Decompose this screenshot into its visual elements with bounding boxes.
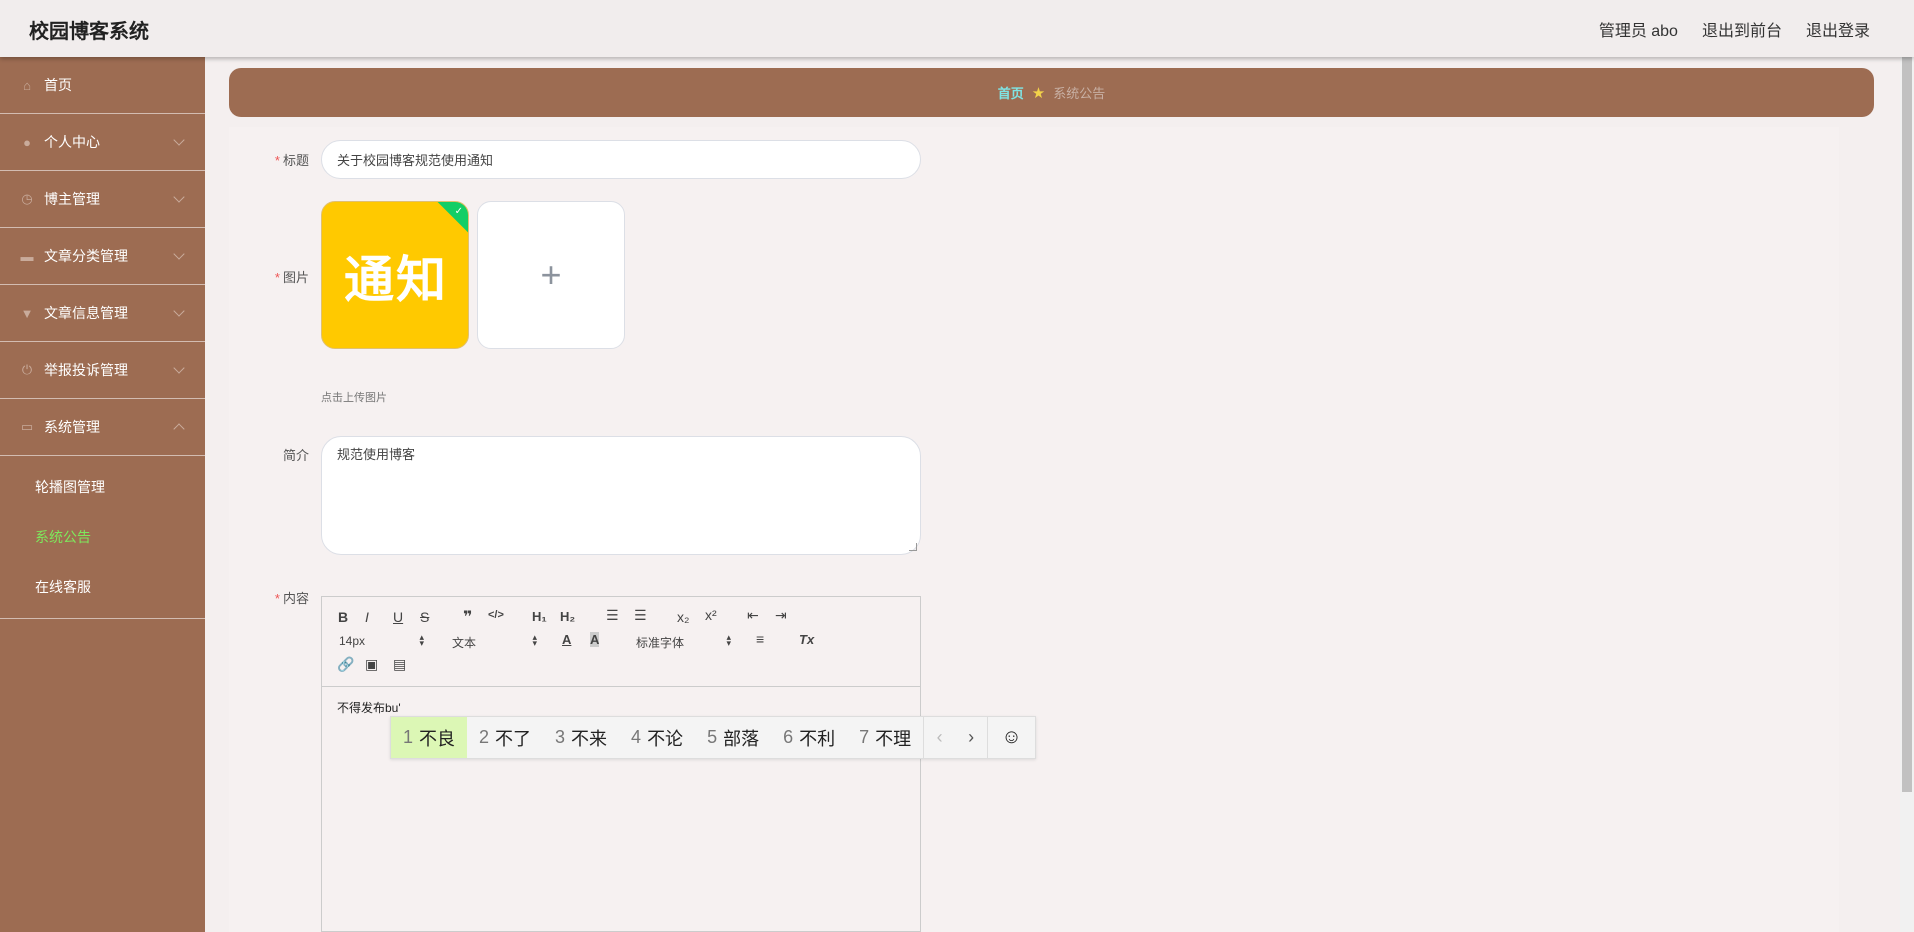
strikethrough-icon[interactable]: S: [420, 609, 429, 625]
font-family-select[interactable]: 标准字体 ▴ ▾: [636, 633, 731, 651]
submenu-item-announcement[interactable]: 系统公告: [0, 512, 205, 562]
outdent-icon[interactable]: ⇤: [747, 607, 759, 624]
user-icon: ●: [23, 134, 31, 150]
ime-candidate[interactable]: 6 不利: [771, 717, 847, 758]
ime-candidate[interactable]: 7 不理: [847, 717, 923, 758]
content-label: * 内容: [274, 591, 309, 606]
exit-to-frontend-link[interactable]: 退出到前台: [1702, 17, 1782, 41]
system-submenu: 轮播图管理 系统公告 在线客服: [0, 456, 205, 619]
editor-text: 不得发布bu': [337, 701, 401, 715]
sidebar-item-label: 系统管理: [44, 419, 100, 435]
ime-candidate[interactable]: 5 部落: [695, 717, 771, 758]
link-icon[interactable]: 🔗: [337, 656, 354, 673]
underline-icon[interactable]: U: [393, 609, 403, 625]
align-icon[interactable]: ≡: [756, 631, 764, 647]
intro-label: 简介: [282, 448, 309, 463]
title-input[interactable]: 关于校园博客规范使用通知: [321, 140, 921, 179]
ime-next-page-icon[interactable]: ›: [955, 717, 987, 758]
sidebar-item-report-complaint[interactable]: ⏻ 举报投诉管理: [0, 342, 205, 399]
chevron-down-icon: [173, 248, 185, 260]
subscript-icon[interactable]: x₂: [677, 609, 689, 625]
ordered-list-icon[interactable]: ☰: [606, 607, 619, 624]
chevron-down-icon: [173, 305, 185, 317]
clock-icon: ◷: [21, 191, 33, 206]
blockquote-icon[interactable]: ❞: [463, 607, 472, 627]
intro-textarea[interactable]: 规范使用博客: [321, 436, 921, 555]
rich-text-editor: B I U S ❞ </> H₁ H₂ ☰ ☰ x₂ x² ⇤ ⇥ 14px ▴ ▾…: [321, 596, 921, 932]
ime-prev-page-icon[interactable]: ‹: [923, 717, 955, 758]
app-title: 校园博客系统: [29, 21, 149, 43]
ticket-icon: ▬: [20, 248, 34, 264]
indent-icon[interactable]: ⇥: [775, 607, 787, 624]
page-scrollbar-thumb[interactable]: [1902, 57, 1912, 792]
ime-candidate[interactable]: 1 不良: [391, 717, 468, 758]
chevron-down-icon: [173, 134, 185, 146]
sidebar-item-system-management[interactable]: ▭ 系统管理: [0, 399, 205, 456]
chevron-up-icon: [173, 423, 185, 435]
top-header: 校园博客系统 管理员 abo 退出到前台 退出登录: [0, 0, 1914, 57]
check-icon: ✓: [454, 206, 463, 217]
chevron-down-icon: [173, 362, 185, 374]
power-icon: ⏻: [21, 362, 33, 377]
sidebar-item-label: 举报投诉管理: [44, 362, 128, 378]
home-icon: ⌂: [23, 77, 31, 93]
sidebar-item-label: 个人中心: [44, 134, 100, 150]
sidebar: ⌂ 首页 ● 个人中心 ◷ 博主管理 ▬ 文章分类管理 ▼ 文章信息管理 ⏻ 举…: [0, 57, 205, 932]
submenu-item-online-service[interactable]: 在线客服: [0, 562, 205, 612]
image-label: * 图片: [274, 270, 309, 285]
ime-candidate[interactable]: 3 不来: [543, 717, 619, 758]
sidebar-item-home[interactable]: ⌂ 首页: [0, 57, 205, 114]
ime-candidate[interactable]: 2 不了: [467, 717, 543, 758]
sidebar-item-label: 文章分类管理: [44, 248, 128, 264]
sidebar-item-blogger-management[interactable]: ◷ 博主管理: [0, 171, 205, 228]
editor-toolbar: B I U S ❞ </> H₁ H₂ ☰ ☰ x₂ x² ⇤ ⇥ 14px ▴ ▾…: [322, 597, 920, 687]
notice-image-text: 通知: [344, 250, 448, 309]
upload-tip: 点击上传图片: [321, 392, 387, 404]
sidebar-item-label: 博主管理: [44, 191, 100, 207]
header-links: 管理员 abo 退出到前台 退出登录: [1599, 17, 1870, 41]
admin-user-link[interactable]: 管理员 abo: [1599, 17, 1678, 41]
bullet-list-icon[interactable]: ☰: [634, 607, 647, 624]
sidebar-item-article-category[interactable]: ▬ 文章分类管理: [0, 228, 205, 285]
resize-handle-icon[interactable]: [909, 543, 917, 551]
heading1-icon[interactable]: H₁: [532, 609, 547, 624]
code-icon[interactable]: </>: [488, 609, 504, 621]
font-color-icon[interactable]: A: [562, 632, 571, 647]
chevron-down-icon: [173, 191, 185, 203]
emoji-icon[interactable]: ☺: [987, 717, 1035, 758]
superscript-icon[interactable]: x²: [705, 607, 717, 623]
heading2-icon[interactable]: H₂: [560, 609, 575, 624]
font-size-select[interactable]: 14px ▴ ▾: [339, 633, 424, 649]
uploaded-image-thumbnail[interactable]: 通知 ✓: [321, 201, 469, 349]
italic-icon[interactable]: I: [365, 609, 369, 625]
breadcrumb: 首页 ★ 系统公告: [229, 68, 1874, 117]
breadcrumb-current: 系统公告: [1053, 86, 1106, 101]
clear-format-icon[interactable]: Tx: [799, 632, 814, 647]
breadcrumb-home[interactable]: 首页: [998, 83, 1024, 102]
submenu-item-carousel[interactable]: 轮播图管理: [0, 462, 205, 512]
ime-candidate[interactable]: 4 不论: [619, 717, 695, 758]
logout-link[interactable]: 退出登录: [1806, 17, 1870, 41]
star-icon: ★: [1031, 84, 1046, 102]
add-image-button[interactable]: +: [477, 201, 625, 349]
ime-candidate-bar: 1 不良 2 不了 3 不来 4 不论 5 部落 6 不利 7 不理 ‹ › ☺: [390, 716, 1037, 759]
intro-text: 规范使用博客: [337, 447, 416, 462]
image-icon[interactable]: ▣: [365, 656, 378, 673]
bold-icon[interactable]: B: [338, 609, 348, 625]
pin-icon: ▼: [20, 305, 34, 321]
sidebar-item-label: 文章信息管理: [44, 305, 128, 321]
chat-icon: ▭: [20, 419, 34, 434]
background-color-icon[interactable]: A: [590, 632, 600, 647]
sidebar-item-label: 首页: [44, 77, 72, 93]
sidebar-item-personal-center[interactable]: ● 个人中心: [0, 114, 205, 171]
title-label: * 标题: [274, 153, 309, 168]
sidebar-item-article-info[interactable]: ▼ 文章信息管理: [0, 285, 205, 342]
video-icon[interactable]: ▤: [393, 656, 406, 673]
header-select[interactable]: 文本 ▴ ▾: [452, 633, 537, 651]
